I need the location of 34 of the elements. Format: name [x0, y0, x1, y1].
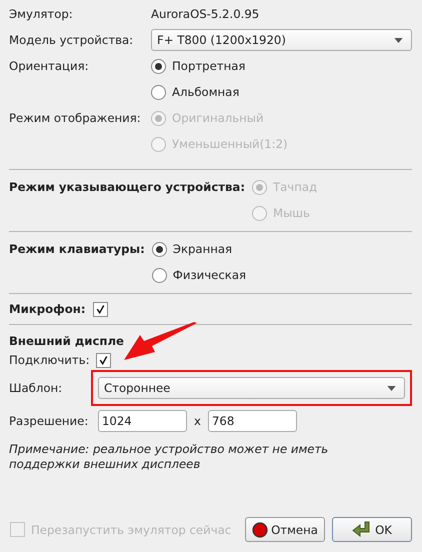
field-label: Ориентация:: [9, 58, 90, 75]
radio-button[interactable]: [152, 268, 167, 282]
cancel-button[interactable]: Отмена: [245, 517, 325, 542]
emulator-version: AuroraOS-5.2.0.95: [151, 6, 260, 23]
section-label: Режим указывающего устройства:: [9, 179, 245, 196]
ok-button[interactable]: OK: [332, 517, 412, 542]
height-field[interactable]: 768: [208, 410, 297, 432]
radio-button[interactable]: [152, 242, 167, 256]
width-field[interactable]: 1024: [98, 410, 187, 432]
dropdown-arrow-icon: [387, 386, 396, 390]
dropdown[interactable]: F+ T800 (1200x1920): [151, 29, 412, 51]
dropdown-arrow-icon: [394, 38, 403, 42]
field-label: Модель устройства:: [9, 32, 134, 49]
section-label: Режим клавиатуры:: [9, 241, 145, 258]
radio-button[interactable]: [151, 84, 166, 100]
field-label: Режим отображения:: [9, 110, 142, 127]
return-arrow-icon: [352, 520, 372, 538]
radio-label[interactable]: Экранная: [172, 242, 232, 256]
dropdown[interactable]: Стороннее: [98, 377, 405, 399]
radio-button[interactable]: [151, 58, 166, 74]
section-label: Микрофон:: [9, 301, 86, 318]
field-label: Подключить:: [9, 353, 90, 367]
field-label: Эмулятор:: [9, 6, 74, 23]
note-text: Примечание: реальное устройство может не иметь поддержки внешних дисплеев: [9, 442, 330, 472]
stop-icon: [252, 522, 268, 538]
separator-label: x: [193, 414, 202, 428]
checkbox[interactable]: [96, 352, 111, 368]
field-label: Разрешение:: [9, 414, 90, 428]
checkbox[interactable]: [92, 302, 108, 316]
radio-label[interactable]: Физическая: [172, 268, 246, 282]
section-title: Внешний диспле: [9, 333, 125, 350]
field-label: Шаблон:: [9, 381, 64, 395]
radio-label[interactable]: Портретная: [172, 59, 246, 73]
radio-label[interactable]: Альбомная: [172, 85, 240, 99]
